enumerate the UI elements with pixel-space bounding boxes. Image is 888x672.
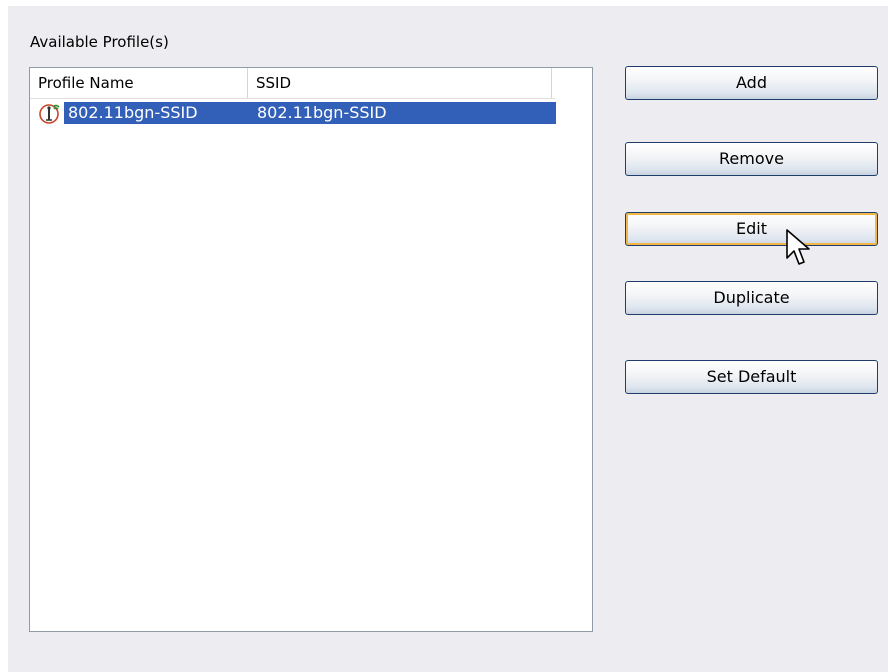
remove-button[interactable]: Remove (625, 142, 878, 176)
profile-list[interactable]: Profile Name SSID 802.11bgn-SSID 802.11b… (29, 67, 593, 632)
add-button[interactable]: Add (625, 66, 878, 100)
cell-ssid: 802.11bgn-SSID (257, 103, 387, 122)
cell-profile-name: 802.11bgn-SSID (68, 103, 198, 122)
wireless-profile-icon (39, 104, 60, 124)
list-header: Profile Name SSID (30, 68, 555, 99)
available-profiles-label: Available Profile(s) (30, 33, 169, 51)
duplicate-button[interactable]: Duplicate (625, 281, 878, 315)
list-item[interactable]: 802.11bgn-SSID 802.11bgn-SSID (35, 101, 556, 125)
edit-button[interactable]: Edit (625, 212, 878, 246)
column-header-ssid[interactable]: SSID (248, 68, 552, 98)
mouse-pointer-icon (786, 229, 810, 265)
column-header-profile-name[interactable]: Profile Name (30, 68, 248, 98)
set-default-button[interactable]: Set Default (625, 360, 878, 394)
